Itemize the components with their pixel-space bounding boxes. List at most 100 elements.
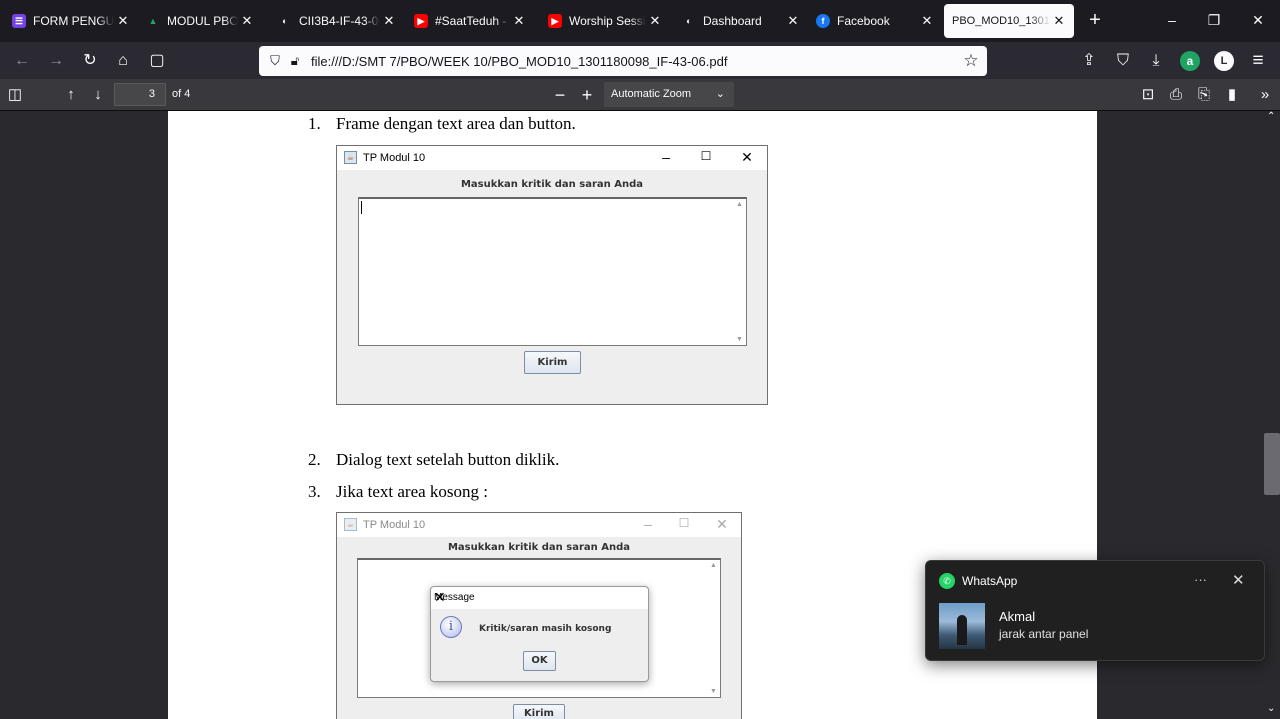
close-icon[interactable]: ✕ <box>786 13 800 29</box>
close-icon[interactable]: ✕ <box>116 13 130 29</box>
reload-button[interactable]: ↻ <box>79 50 101 72</box>
presentation-mode-icon[interactable]: ⊡ <box>1137 84 1159 106</box>
viewer-scrollbar[interactable]: ⌃ ⌄ <box>1264 111 1280 719</box>
tab-worship-session[interactable]: ▶ Worship Session ✕ <box>540 4 670 38</box>
scroll-thumb[interactable] <box>1264 433 1280 495</box>
java-label: Masukkan kritik dan saran Anda <box>460 179 644 190</box>
scroll-up-icon[interactable]: ⌃ <box>1267 111 1275 122</box>
tab-facebook[interactable]: f Facebook ✕ <box>808 4 942 38</box>
download-icon[interactable]: ⤓ <box>1145 50 1167 72</box>
notification-sender: Akmal <box>999 609 1036 624</box>
tab-saat-teduh[interactable]: ▶ #SaatTeduh - Te ✕ <box>406 4 534 38</box>
tab-label: #SaatTeduh - Te <box>435 14 510 28</box>
notification-message: jarak antar panel <box>999 627 1089 641</box>
tab-dashboard[interactable]: ◐ Dashboard ✕ <box>674 4 808 38</box>
facebook-icon: f <box>816 14 830 28</box>
tools-expand-icon[interactable]: » <box>1254 84 1276 106</box>
close-icon[interactable]: ✕ <box>1232 571 1245 589</box>
previous-page-button[interactable]: ↑ <box>60 84 82 106</box>
drive-icon: ▲ <box>148 16 158 26</box>
share-icon[interactable]: ⇪ <box>1078 50 1100 72</box>
close-icon[interactable]: ✕ <box>920 13 934 29</box>
lms-icon: ◐ <box>282 16 288 26</box>
lms-icon: ◐ <box>686 16 692 26</box>
item-number: 1. <box>308 114 321 133</box>
tab-label: FORM PENGUMU <box>33 14 114 28</box>
chevron-down-icon: ⌄ <box>715 88 725 100</box>
item-number: 2. <box>308 450 321 469</box>
shield-icon[interactable]: ⛉ <box>265 53 285 69</box>
dialog-ok-button: OK <box>523 651 556 671</box>
more-options-icon[interactable]: ··· <box>1194 572 1207 587</box>
pocket-icon[interactable]: ⛉ <box>1112 50 1134 72</box>
item-number: 3. <box>308 482 321 501</box>
minimize-button[interactable]: – <box>1162 10 1182 30</box>
app-menu-button[interactable]: ≡ <box>1247 50 1269 72</box>
item-text: Jika text area kosong : <box>336 482 489 501</box>
close-icon: ✕ <box>716 516 728 532</box>
window-close-button[interactable]: ✕ <box>1248 10 1268 30</box>
bookmark-star-icon[interactable]: ☆ <box>961 51 981 71</box>
close-icon: ✕ <box>434 589 446 605</box>
text-cursor <box>361 201 362 214</box>
insecure-lock-icon[interactable]: 🔓︎ <box>285 53 305 69</box>
tab-label: Worship Session <box>569 14 646 28</box>
close-icon[interactable]: ✕ <box>1052 13 1066 29</box>
tab-form-pengumuman[interactable]: ☰ FORM PENGUMU ✕ <box>4 4 138 38</box>
sidebar-toggle-icon[interactable]: ◫ <box>4 84 26 106</box>
close-icon[interactable]: ✕ <box>240 13 254 29</box>
java-title-bar: ☕︎ TP Modul 10 – ☐ ✕ <box>337 513 741 537</box>
next-page-button[interactable]: ↓ <box>87 84 109 106</box>
close-icon[interactable]: ✕ <box>382 13 396 29</box>
zoom-in-button[interactable]: + <box>576 84 598 106</box>
save-icon[interactable]: ⎘ <box>1193 84 1215 106</box>
url-text[interactable]: file:///D:/SMT 7/PBO/WEEK 10/PBO_MOD10_1… <box>311 54 727 69</box>
zoom-select[interactable]: Automatic Zoom ⌄ <box>604 82 734 107</box>
java-scrollbar: ▲ ▼ <box>733 199 746 345</box>
zoom-out-button[interactable]: − <box>549 84 571 106</box>
list-item-2: 2. Dialog text setelah button diklik. <box>308 450 559 470</box>
close-icon[interactable]: ✕ <box>512 13 526 29</box>
minimize-icon: – <box>644 516 652 532</box>
java-app-icon: ☕︎ <box>344 151 357 164</box>
forward-button[interactable]: → <box>45 50 67 72</box>
scroll-down-icon[interactable]: ⌄ <box>1267 703 1275 714</box>
tab-label: CII3B4-IF-43-06 <box>299 14 380 28</box>
list-item-3: 3. Jika text area kosong : <box>308 482 488 502</box>
account-icon[interactable]: L <box>1214 51 1234 71</box>
tab-cii3b4[interactable]: ◐ CII3B4-IF-43-06 ✕ <box>270 4 404 38</box>
tab-label: Facebook <box>837 14 890 28</box>
back-button[interactable]: ← <box>11 50 33 72</box>
forms-icon: ☰ <box>12 14 26 28</box>
url-bar[interactable]: ⛉ 🔓︎ file:///D:/SMT 7/PBO/WEEK 10/PBO_MO… <box>259 46 987 76</box>
page-number-input[interactable]: 3 <box>114 83 166 106</box>
tab-pbo-mod10[interactable]: PBO_MOD10_130118 ✕ <box>944 4 1074 38</box>
notification-app-name: WhatsApp <box>962 574 1018 588</box>
java-window-title: TP Modul 10 <box>363 152 426 164</box>
tab-bar: ☰ FORM PENGUMU ✕ ▲ MODUL PBO GA ✕ ◐ CII3… <box>0 0 1280 42</box>
navigation-toolbar: ← → ↻ ⌂ ▢ ⛉ 🔓︎ file:///D:/SMT 7/PBO/WEEK… <box>0 42 1280 79</box>
close-icon[interactable]: ✕ <box>648 13 662 29</box>
bookmark-icon[interactable]: ▮ <box>1221 84 1243 106</box>
java-frame-screenshot: ☕︎ TP Modul 10 – ☐ ✕ Masukkan kritik dan… <box>336 145 768 405</box>
list-item-1: 1. Frame dengan text area dan button. <box>308 114 576 134</box>
item-text: Dialog text setelah button diklik. <box>336 450 560 469</box>
maximize-icon: ☐ <box>678 516 690 530</box>
home-button[interactable]: ⌂ <box>112 50 134 72</box>
info-icon: i <box>440 616 462 638</box>
whatsapp-notification[interactable]: ✆ WhatsApp ··· ✕ Akmal jarak antar panel <box>925 560 1265 661</box>
print-icon[interactable]: ⎙ <box>1165 84 1187 106</box>
maximize-icon: ☐ <box>700 149 712 163</box>
java-scrollbar: ▲ ▼ <box>707 560 720 697</box>
restore-button[interactable]: ❐ <box>1204 10 1224 30</box>
youtube-icon: ▶ <box>414 14 428 28</box>
new-tab-button[interactable]: + <box>1084 9 1106 33</box>
sidebar-toggle-button[interactable]: ▢ <box>146 50 168 72</box>
tab-label: Dashboard <box>703 14 762 28</box>
page-count: of 4 <box>172 88 191 100</box>
avatar <box>939 603 985 649</box>
extension-a-icon[interactable]: a <box>1180 51 1200 71</box>
whatsapp-icon: ✆ <box>939 573 955 589</box>
tab-modul-pbo[interactable]: ▲ MODUL PBO GA ✕ <box>138 4 262 38</box>
tab-label: PBO_MOD10_130118 <box>952 15 1050 27</box>
